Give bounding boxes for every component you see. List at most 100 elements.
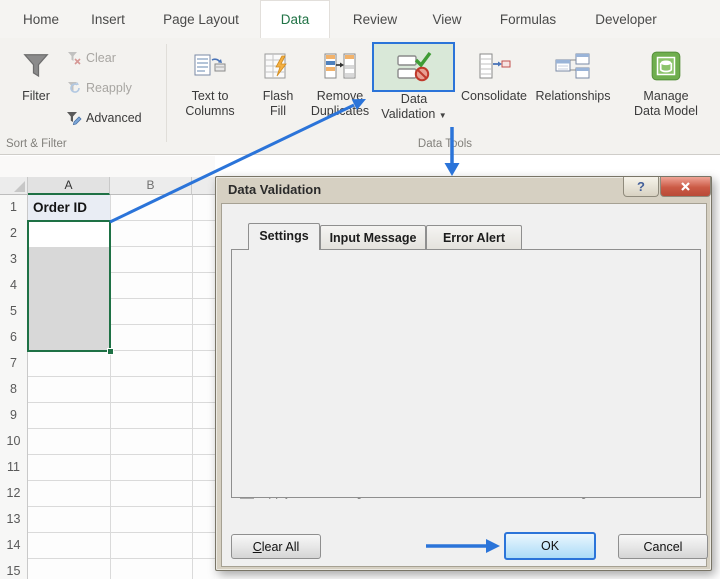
ribbon-group-separator xyxy=(166,44,167,142)
ribbon-tab-formulas[interactable]: Formulas xyxy=(488,0,568,38)
row-header-3[interactable]: 3 xyxy=(0,247,28,273)
manage-data-model-label-1: Manage xyxy=(643,89,689,103)
filter-funnel-icon xyxy=(21,43,51,89)
row-header-4[interactable]: 4 xyxy=(0,273,28,299)
fill-handle[interactable] xyxy=(107,348,114,355)
row-header-15[interactable]: 15 xyxy=(0,559,28,579)
advanced-filter-label: Advanced xyxy=(86,111,142,125)
advanced-filter-button[interactable]: Advanced xyxy=(66,110,142,126)
sort-filter-group-label: Sort & Filter xyxy=(6,138,67,150)
flash-fill-label-2: Fill xyxy=(270,104,286,118)
data-validation-dialog: Data Validation ? Settings Input Message… xyxy=(215,176,712,571)
tab-error-alert[interactable]: Error Alert xyxy=(426,225,522,250)
manage-data-model-icon xyxy=(649,43,683,89)
selected-cells-a3-a6[interactable] xyxy=(29,247,109,350)
clear-filter-button[interactable]: Clear xyxy=(66,50,116,66)
data-validation-highlight-box xyxy=(372,42,455,92)
reapply-filter-icon xyxy=(66,80,82,96)
text-to-columns-icon xyxy=(193,43,227,89)
flash-fill-icon xyxy=(262,43,294,89)
clear-filter-label: Clear xyxy=(86,51,116,65)
sheet-row-8: 8 xyxy=(0,377,215,403)
row-header-10[interactable]: 10 xyxy=(0,429,28,455)
cell-a1[interactable]: Order ID xyxy=(28,195,110,221)
remove-duplicates-icon xyxy=(323,43,357,89)
dialog-close-button[interactable] xyxy=(660,177,711,197)
ribbon-tab-view[interactable]: View xyxy=(422,0,472,38)
sheet-row-13: 13 xyxy=(0,507,215,533)
help-icon: ? xyxy=(637,179,645,194)
row-header-13[interactable]: 13 xyxy=(0,507,28,533)
text-to-columns-label-1: Text to xyxy=(191,89,229,103)
sheet-row-14: 14 xyxy=(0,533,215,559)
worksheet-grid: A B 1 2 3 4 5 6 7 8 9 10 11 12 13 14 15 … xyxy=(0,156,215,579)
text-to-columns-button[interactable]: Text to Columns xyxy=(172,43,248,143)
close-icon xyxy=(680,181,691,192)
flash-fill-label-1: Flash xyxy=(262,89,294,103)
remove-duplicates-button[interactable]: Remove Duplicates xyxy=(306,43,374,143)
ribbon-tab-data[interactable]: Data xyxy=(260,0,330,38)
consolidate-label: Consolidate xyxy=(460,89,527,103)
relationships-icon xyxy=(554,43,592,89)
ribbon-tab-review[interactable]: Review xyxy=(344,0,406,38)
row-header-5[interactable]: 5 xyxy=(0,299,28,325)
cancel-button[interactable]: Cancel xyxy=(618,534,708,559)
column-header-b[interactable]: B xyxy=(110,177,192,195)
consolidate-button[interactable]: Consolidate xyxy=(458,43,530,143)
sheet-row-15: 15 xyxy=(0,559,215,579)
manage-data-model-label-2: Data Model xyxy=(634,104,698,118)
sheet-row-9: 9 xyxy=(0,403,215,429)
sheet-row-12: 12 xyxy=(0,481,215,507)
consolidate-icon xyxy=(477,43,511,89)
formula-bar-gap xyxy=(0,156,215,177)
row-header-2[interactable]: 2 xyxy=(0,221,28,247)
data-validation-label-2: Validation ▼ xyxy=(381,107,447,121)
settings-tab-panel xyxy=(231,249,701,498)
row-header-1[interactable]: 1 xyxy=(0,195,28,221)
gridline-col-b-c xyxy=(192,195,193,579)
relationships-button[interactable]: Relationships xyxy=(532,43,614,143)
clear-filter-icon xyxy=(66,50,82,66)
selected-range-a2-a6[interactable] xyxy=(27,220,114,355)
ok-button[interactable]: OK xyxy=(504,532,596,560)
dialog-title: Data Validation xyxy=(228,182,322,197)
row-header-9[interactable]: 9 xyxy=(0,403,28,429)
clear-all-button[interactable]: Clear All xyxy=(231,534,321,559)
tab-input-message[interactable]: Input Message xyxy=(320,225,426,250)
excel-window: Home Insert Page Layout Data Review View… xyxy=(0,0,720,579)
row-header-14[interactable]: 14 xyxy=(0,533,28,559)
manage-data-model-button[interactable]: Manage Data Model xyxy=(620,43,712,143)
text-to-columns-label-2: Columns xyxy=(185,104,235,118)
reapply-filter-button[interactable]: Reapply xyxy=(66,80,132,96)
select-all-triangle-icon xyxy=(14,181,25,192)
ribbon-tab-developer[interactable]: Developer xyxy=(584,0,668,38)
active-cell-a2[interactable] xyxy=(29,222,109,247)
column-header-c-partial[interactable] xyxy=(192,177,215,195)
ribbon-tab-home[interactable]: Home xyxy=(12,0,70,38)
row-header-7[interactable]: 7 xyxy=(0,351,28,377)
ribbon-tab-page-layout[interactable]: Page Layout xyxy=(150,0,252,38)
sheet-row-11: 11 xyxy=(0,455,215,481)
reapply-filter-label: Reapply xyxy=(86,81,132,95)
ribbon-tab-row: Home Insert Page Layout Data Review View… xyxy=(0,0,720,38)
row-header-12[interactable]: 12 xyxy=(0,481,28,507)
column-header-a[interactable]: A xyxy=(28,177,110,195)
ribbon-tab-insert[interactable]: Insert xyxy=(80,0,136,38)
advanced-filter-icon xyxy=(66,110,82,126)
row-header-11[interactable]: 11 xyxy=(0,455,28,481)
row-header-6[interactable]: 6 xyxy=(0,325,28,351)
remove-duplicates-label-1: Remove xyxy=(316,89,364,103)
filter-label: Filter xyxy=(22,89,50,103)
dialog-help-button[interactable]: ? xyxy=(623,177,659,197)
remove-duplicates-label-2: Duplicates xyxy=(310,104,370,118)
data-tools-group-label: Data Tools xyxy=(417,138,473,150)
data-validation-button[interactable]: Data Validation ▼ xyxy=(374,92,454,140)
sheet-row-10: 10 xyxy=(0,429,215,455)
tab-settings[interactable]: Settings xyxy=(248,223,320,250)
select-all-corner[interactable] xyxy=(0,177,28,195)
column-header-row: A B xyxy=(0,177,215,195)
data-validation-icon xyxy=(394,50,434,84)
filter-button[interactable]: Filter xyxy=(10,43,62,143)
row-header-8[interactable]: 8 xyxy=(0,377,28,403)
flash-fill-button[interactable]: Flash Fill xyxy=(250,43,306,143)
